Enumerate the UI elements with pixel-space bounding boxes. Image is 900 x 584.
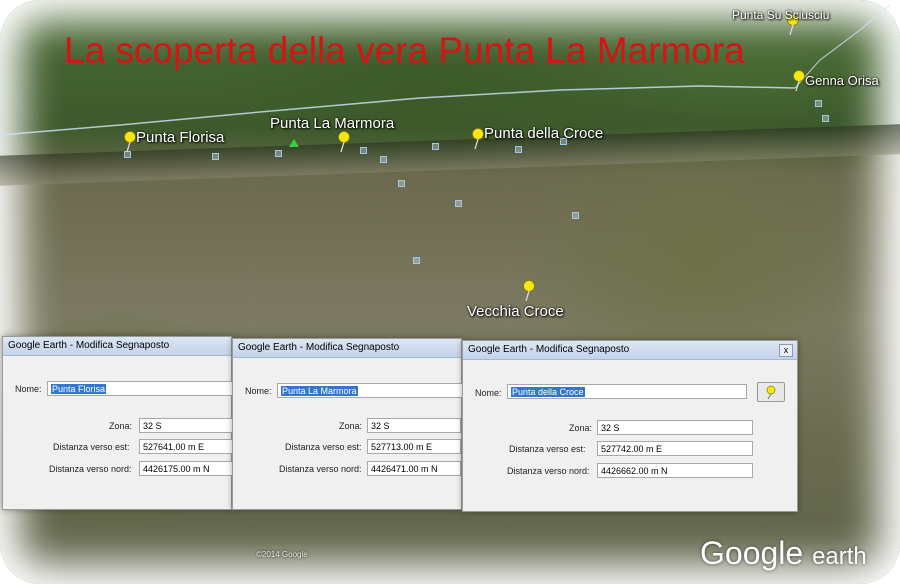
nord-label: Distanza verso nord: — [49, 464, 132, 474]
nome-value: Punta della Croce — [511, 387, 585, 397]
nome-label: Nome: — [245, 386, 272, 396]
est-label: Distanza verso est: — [285, 442, 362, 452]
waypoint-marker — [413, 257, 420, 264]
dialog-titlebar[interactable]: Google Earth - Modifica Segnaposto — [3, 337, 231, 356]
waypoint-marker — [432, 143, 439, 150]
est-field[interactable]: 527641.00 m E — [139, 439, 235, 454]
edit-placemark-dialog-3[interactable]: Google Earth - Modifica Segnaposto x Nom… — [462, 340, 798, 512]
nord-label: Distanza verso nord: — [507, 466, 590, 476]
nome-field[interactable]: Punta Florisa — [47, 381, 237, 396]
nome-value: Punta La Marmora — [281, 386, 358, 396]
dialog-title: Google Earth - Modifica Segnaposto — [238, 342, 400, 353]
waypoint-marker — [275, 150, 282, 157]
place-label-vecchia-croce: Vecchia Croce — [467, 303, 564, 320]
zona-field[interactable]: 32 S — [139, 418, 235, 433]
zona-label: Zona: — [569, 423, 593, 433]
pushpin-icon[interactable] — [337, 131, 351, 153]
pushpin-icon[interactable] — [471, 128, 485, 150]
edit-placemark-dialog-1[interactable]: Google Earth - Modifica Segnaposto Nome:… — [2, 336, 237, 510]
dialog-title: Google Earth - Modifica Segnaposto — [468, 344, 630, 355]
waypoint-marker — [815, 100, 822, 107]
pushpin-icon[interactable] — [123, 131, 137, 153]
waypoint-marker — [398, 180, 405, 187]
nome-field[interactable]: Punta La Marmora — [277, 383, 463, 398]
nome-value: Punta Florisa — [51, 384, 107, 394]
waypoint-marker — [455, 200, 462, 207]
google-earth-logo: Google earth — [700, 535, 867, 572]
close-icon[interactable]: x — [779, 344, 793, 357]
pushpin-style-button[interactable] — [757, 382, 785, 402]
copyright-text: ©2014 Google — [256, 550, 308, 559]
zona-label: Zona: — [109, 421, 133, 431]
nord-field[interactable]: 4426662.00 m N — [597, 463, 753, 478]
page-title: La scoperta della vera Punta La Marmora — [64, 30, 745, 71]
waypoint-marker — [572, 212, 579, 219]
triangle-marker-icon — [289, 139, 299, 147]
waypoint-marker — [515, 146, 522, 153]
nord-label: Distanza verso nord: — [279, 464, 362, 474]
dialog-title: Google Earth - Modifica Segnaposto — [8, 340, 170, 351]
zona-field[interactable]: 32 S — [597, 420, 753, 435]
nord-field[interactable]: 4426175.00 m N — [139, 461, 235, 476]
est-label: Distanza verso est: — [509, 444, 586, 454]
dialog-titlebar[interactable]: Google Earth - Modifica Segnaposto x — [463, 341, 797, 360]
waypoint-marker — [212, 153, 219, 160]
place-label-punta-la-marmora: Punta La Marmora — [270, 115, 395, 132]
waypoint-marker — [360, 147, 367, 154]
waypoint-marker — [822, 115, 829, 122]
nord-field[interactable]: 4426471.00 m N — [367, 461, 461, 476]
edit-placemark-dialog-2[interactable]: Google Earth - Modifica Segnaposto Nome:… — [232, 338, 463, 510]
est-field[interactable]: 527713.00 m E — [367, 439, 461, 454]
place-label-genna-orisa: Genna Orisa — [805, 73, 879, 88]
pushpin-icon[interactable] — [792, 70, 806, 92]
nome-label: Nome: — [15, 384, 42, 394]
nome-label: Nome: — [475, 388, 502, 398]
brand-earth: earth — [812, 543, 867, 570]
pushpin-icon[interactable] — [522, 280, 536, 302]
est-field[interactable]: 527742.00 m E — [597, 441, 753, 456]
est-label: Distanza verso est: — [53, 442, 130, 452]
waypoint-marker — [380, 156, 387, 163]
place-label-punta-della-croce: Punta della Croce — [484, 125, 604, 142]
dialog-titlebar[interactable]: Google Earth - Modifica Segnaposto — [233, 339, 461, 358]
brand-google: Google — [700, 535, 804, 571]
pushpin-icon — [766, 385, 776, 400]
zona-label: Zona: — [339, 421, 363, 431]
zona-field[interactable]: 32 S — [367, 418, 461, 433]
place-label-punta-su-sciusciu: Punta Su Sciusciu — [732, 8, 830, 22]
place-label-punta-florisa: Punta Florisa — [136, 129, 225, 146]
nome-field[interactable]: Punta della Croce — [507, 384, 747, 399]
